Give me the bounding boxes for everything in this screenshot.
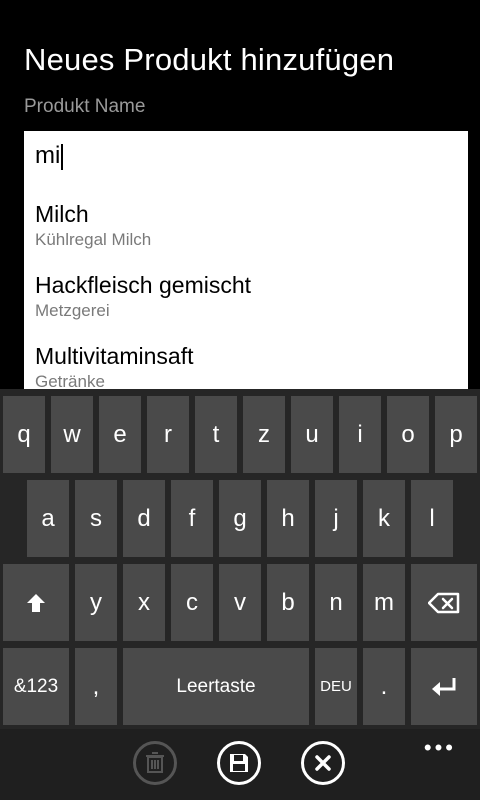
suggestion-list: Milch Kühlregal Milch Hackfleisch gemisc… (24, 179, 468, 389)
suggestion-category: Kühlregal Milch (35, 230, 152, 249)
app-bar: ••• (0, 729, 480, 800)
enter-icon (432, 677, 456, 696)
suggestion-category: Getränke (35, 372, 105, 389)
key-i[interactable]: i (339, 396, 381, 473)
suggestion-item[interactable]: Hackfleisch gemischt Metzgerei (35, 272, 251, 321)
key-t[interactable]: t (195, 396, 237, 473)
suggestion-name: Multivitaminsaft (35, 343, 194, 369)
key-g[interactable]: g (219, 480, 261, 557)
key-e[interactable]: e (99, 396, 141, 473)
backspace-key[interactable] (411, 564, 477, 641)
key-j[interactable]: j (315, 480, 357, 557)
suggestion-name: Milch (35, 201, 89, 227)
suggestion-category: Metzgerei (35, 301, 110, 320)
space-key[interactable]: Leertaste (123, 648, 309, 725)
save-button[interactable] (217, 741, 261, 785)
backspace-icon (428, 592, 460, 613)
floppy-disk-icon (230, 754, 248, 772)
key-s[interactable]: s (75, 480, 117, 557)
key-x[interactable]: x (123, 564, 165, 641)
comma-key[interactable]: , (75, 648, 117, 725)
key-y[interactable]: y (75, 564, 117, 641)
on-screen-keyboard: q w e r t z u i o p a s d f g h j k l y … (0, 389, 480, 729)
key-o[interactable]: o (387, 396, 429, 473)
key-u[interactable]: u (291, 396, 333, 473)
key-l[interactable]: l (411, 480, 453, 557)
key-f[interactable]: f (171, 480, 213, 557)
key-m[interactable]: m (363, 564, 405, 641)
key-b[interactable]: b (267, 564, 309, 641)
suggestion-item[interactable]: Milch Kühlregal Milch (35, 201, 151, 250)
delete-button[interactable] (133, 741, 177, 785)
key-q[interactable]: q (3, 396, 45, 473)
key-p[interactable]: p (435, 396, 477, 473)
symbols-key[interactable]: &123 (3, 648, 69, 725)
trash-icon (146, 752, 164, 773)
suggestion-item[interactable]: Multivitaminsaft Getränke (35, 343, 193, 389)
enter-key[interactable] (411, 648, 477, 725)
shift-arrow-icon (27, 593, 45, 612)
suggestion-name: Hackfleisch gemischt (35, 272, 252, 298)
product-name-input[interactable]: mi (24, 131, 468, 179)
period-key[interactable]: . (363, 648, 405, 725)
key-a[interactable]: a (27, 480, 69, 557)
key-c[interactable]: c (171, 564, 213, 641)
key-n[interactable]: n (315, 564, 357, 641)
close-icon (315, 755, 331, 771)
language-key[interactable]: DEU (315, 648, 357, 725)
input-value: mi (35, 142, 61, 169)
key-v[interactable]: v (219, 564, 261, 641)
key-d[interactable]: d (123, 480, 165, 557)
cancel-button[interactable] (301, 741, 345, 785)
text-caret (61, 143, 64, 170)
key-r[interactable]: r (147, 396, 189, 473)
product-name-label: Produkt Name (24, 96, 146, 117)
page-title: Neues Produkt hinzufügen (24, 42, 395, 77)
key-k[interactable]: k (363, 480, 405, 557)
key-h[interactable]: h (267, 480, 309, 557)
key-w[interactable]: w (51, 396, 93, 473)
shift-key[interactable] (3, 564, 69, 641)
more-options-button[interactable]: ••• (424, 735, 456, 761)
key-z[interactable]: z (243, 396, 285, 473)
